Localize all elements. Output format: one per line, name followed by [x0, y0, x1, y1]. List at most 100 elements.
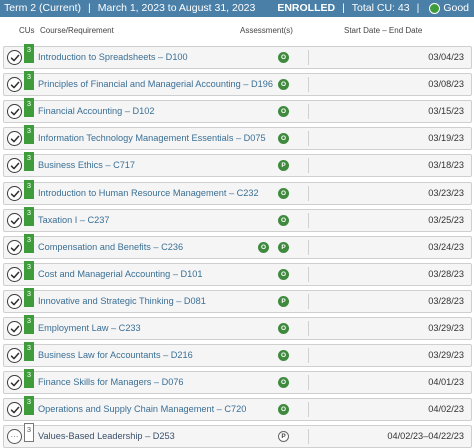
- column-divider: [308, 375, 309, 391]
- course-row[interactable]: 3 Operations and Supply Chain Management …: [3, 396, 472, 422]
- objective-assessment-icon[interactable]: O: [278, 404, 289, 416]
- course-row[interactable]: 3 Financial Accounting – D102 O 03/15/23: [3, 98, 472, 124]
- course-title-link[interactable]: Employment Law – C233: [38, 323, 141, 333]
- course-title-link[interactable]: Principles of Financial and Managerial A…: [38, 79, 273, 89]
- column-divider: [308, 50, 309, 65]
- completed-check-icon: [7, 321, 22, 336]
- objective-assessment-icon[interactable]: O: [278, 350, 289, 362]
- term-header-left: Term 2 (Current) | March 1, 2023 to August…: [4, 2, 255, 14]
- column-header-dates: Start Date – End Date: [344, 26, 423, 35]
- course-date: 03/25/23: [428, 214, 464, 225]
- competency-units-badge: 3: [24, 233, 34, 253]
- course-title-link[interactable]: Taxation I – C237: [38, 215, 110, 225]
- completed-check-icon: [7, 375, 22, 391]
- course-date: 03/18/23: [428, 160, 464, 171]
- course-date: 04/02/23: [428, 404, 464, 415]
- course-date: 03/23/23: [428, 187, 464, 198]
- competency-units-badge: 3: [24, 125, 34, 145]
- completed-check-icon: [7, 293, 22, 309]
- course-row[interactable]: 3 Introduction to Spreadsheets – D100 O 03/…: [3, 44, 472, 69]
- course-title-link[interactable]: Innovative and Strategic Thinking – D081: [38, 296, 206, 306]
- course-title-link[interactable]: Financial Accounting – D102: [38, 106, 154, 116]
- objective-assessment-icon[interactable]: O: [278, 214, 289, 226]
- course-row[interactable]: 3 Business Law for Accountants – D216 O 03/…: [3, 342, 472, 368]
- objective-assessment-icon[interactable]: O: [278, 323, 289, 334]
- academic-status: Good: [443, 2, 469, 14]
- objective-assessment-icon[interactable]: O: [278, 377, 289, 389]
- total-cu: Total CU: 43: [351, 2, 410, 14]
- competency-units-badge: 3: [24, 71, 34, 91]
- column-divider: [308, 293, 309, 309]
- completed-check-icon: [7, 104, 22, 120]
- competency-units-badge: 3: [24, 260, 34, 280]
- completed-check-icon: [7, 348, 22, 364]
- course-title-link[interactable]: Introduction to Human Resource Managemen…: [38, 188, 259, 198]
- performance-assessment-icon[interactable]: P: [278, 431, 289, 443]
- term-date-range: March 1, 2023 to August 31, 2023: [97, 2, 256, 14]
- course-title-link[interactable]: Cost and Managerial Accounting – D101: [38, 269, 202, 279]
- objective-assessment-icon[interactable]: O: [278, 79, 289, 91]
- term-header-right: ENROLLED | Total CU: 43 | Good: [277, 2, 469, 14]
- course-date: 03/28/23: [428, 268, 464, 279]
- completed-check-icon: [7, 402, 22, 418]
- column-divider: [308, 239, 309, 255]
- column-headers: CUs Course/Requirement Assessment(s) Sta…: [0, 18, 474, 46]
- column-divider: [308, 212, 309, 228]
- objective-assessment-icon[interactable]: O: [278, 268, 289, 280]
- course-title-link[interactable]: Values-Based Leadership – D253: [38, 431, 175, 441]
- course-title-link[interactable]: Business Ethics – C717: [38, 160, 135, 170]
- course-date: 03/04/23: [428, 52, 464, 62]
- column-divider: [308, 104, 309, 120]
- course-title-link[interactable]: Finance Skills for Managers – D076: [38, 377, 184, 387]
- term-separator-3: |: [416, 2, 420, 14]
- course-row[interactable]: 3 Principles of Financial and Managerial …: [3, 71, 472, 97]
- term-title: Term 2 (Current): [4, 2, 82, 14]
- course-title-link[interactable]: Operations and Supply Chain Management –…: [38, 404, 246, 414]
- course-title-link[interactable]: Information Technology Management Essent…: [38, 133, 266, 143]
- column-header-cus: CUs: [19, 26, 35, 35]
- course-title-link[interactable]: Business Law for Accountants – D216: [38, 350, 193, 360]
- course-row[interactable]: 3 Introduction to Human Resource Manageme…: [3, 179, 472, 205]
- course-date: 03/19/23: [428, 133, 464, 144]
- competency-units-badge: 3: [24, 315, 34, 334]
- enrollment-status: ENROLLED: [277, 2, 336, 14]
- competency-units-badge: 3: [24, 152, 34, 172]
- objective-assessment-icon[interactable]: O: [258, 241, 269, 253]
- course-row[interactable]: 3 Cost and Managerial Accounting – D101 O 0…: [3, 260, 472, 286]
- column-divider: [308, 429, 309, 445]
- competency-units-badge: 3: [24, 287, 34, 307]
- objective-assessment-icon[interactable]: O: [278, 133, 289, 145]
- competency-units-badge: 3: [24, 342, 34, 362]
- course-row[interactable]: ··· 3 Values-Based Leadership – D253 P 04/02…: [3, 423, 472, 448]
- course-title-link[interactable]: Introduction to Spreadsheets – D100: [38, 52, 188, 62]
- column-divider: [308, 348, 309, 364]
- course-row[interactable]: 3 Compensation and Benefits – C236 O P 03/24…: [3, 233, 472, 259]
- completed-check-icon: [7, 77, 22, 93]
- objective-assessment-icon[interactable]: O: [278, 52, 289, 63]
- course-row[interactable]: 3 Employment Law – C233 O 03/29/23: [3, 315, 472, 340]
- column-divider: [308, 185, 309, 201]
- performance-assessment-icon[interactable]: P: [278, 241, 289, 253]
- competency-units-badge: 3: [24, 179, 34, 199]
- column-divider: [308, 158, 309, 174]
- completed-check-icon: [7, 266, 22, 282]
- course-row[interactable]: 3 Finance Skills for Managers – D076 O 04/0…: [3, 369, 472, 395]
- objective-assessment-icon[interactable]: O: [278, 106, 289, 118]
- course-date: 03/29/23: [428, 323, 464, 333]
- column-divider: [308, 402, 309, 418]
- competency-units-badge: 3: [24, 206, 34, 226]
- course-date: 03/08/23: [428, 79, 464, 90]
- course-row[interactable]: 3 Taxation I – C237 O 03/25/23: [3, 206, 472, 232]
- column-divider: [308, 77, 309, 93]
- course-row[interactable]: 3 Business Ethics – C717 P 03/18/23: [3, 152, 472, 178]
- course-date: 04/02/23–04/22/23: [387, 431, 464, 442]
- course-row[interactable]: 3 Information Technology Management Essen…: [3, 125, 472, 151]
- term-separator-2: |: [342, 2, 345, 14]
- performance-assessment-icon[interactable]: P: [278, 295, 289, 307]
- objective-assessment-icon[interactable]: O: [278, 187, 289, 199]
- course-title-link[interactable]: Compensation and Benefits – C236: [38, 242, 183, 252]
- performance-assessment-icon[interactable]: P: [278, 160, 289, 172]
- completed-check-icon: [7, 158, 22, 174]
- course-row[interactable]: 3 Innovative and Strategic Thinking – D08…: [3, 287, 472, 313]
- pending-status-icon: ···: [7, 429, 22, 445]
